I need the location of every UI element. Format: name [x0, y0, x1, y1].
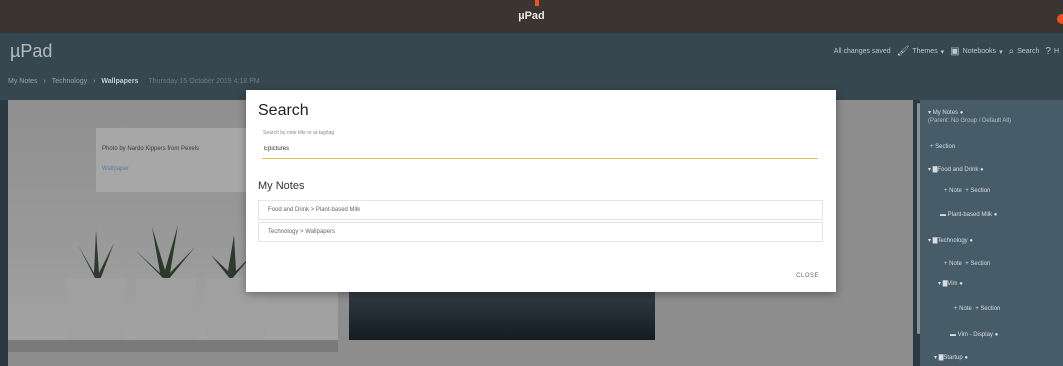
search-icon: ⌕	[1008, 46, 1015, 57]
themes-label: Themes	[912, 48, 938, 55]
tree-section-startup[interactable]: ▾ ▇Startup ●	[934, 354, 968, 361]
breadcrumb-current[interactable]: Wallpapers	[101, 78, 138, 85]
mountain-wallpaper-image	[349, 290, 655, 340]
chevron-right-icon: ›	[43, 78, 46, 85]
close-button[interactable]: CLOSE	[796, 273, 819, 279]
succulent-plant-image	[135, 225, 195, 280]
add-note-button[interactable]: + Note + Section	[944, 261, 990, 267]
succulent-plant-image	[78, 230, 114, 280]
caption-card[interactable]: Photo by Nardo Kippers from Pexels Wallp…	[96, 128, 246, 192]
breadcrumb-item[interactable]: Technology	[52, 78, 87, 85]
add-section-button[interactable]: + Section	[930, 144, 955, 150]
shelf	[8, 340, 338, 352]
dialog-title: Search	[258, 102, 309, 119]
search-result-item[interactable]: Technology > Wallpapers	[258, 222, 823, 242]
note-date: Thursday 15 October 2019 4:18 PM	[148, 78, 260, 85]
add-note-button[interactable]: + Note + Section	[954, 306, 1000, 312]
search-dialog: Search Search by note title or at-tag/ta…	[246, 90, 836, 292]
dropdown-arrow-icon: ▾	[999, 48, 1003, 56]
plant-pot	[66, 278, 126, 342]
info-icon: ●	[959, 110, 964, 116]
caption-link[interactable]: Wallpaper	[102, 166, 129, 172]
header-toolbar: All changes saved 🖌 Themes ▾ ▣ Notebooks…	[834, 46, 1059, 57]
search-button[interactable]: ⌕ Search	[1009, 46, 1040, 57]
search-result-item[interactable]: Food and Drink > Plant-based Milk	[258, 200, 823, 220]
dropdown-arrow-icon: ▾	[940, 48, 945, 56]
tree-notebook[interactable]: ▾ My Notes ●	[928, 109, 963, 116]
breadcrumb: My Notes › Technology › Wallpapers Thurs…	[8, 78, 260, 85]
os-accent-marker	[535, 0, 539, 6]
add-note-button[interactable]: + Note + Section	[944, 188, 990, 194]
paint-roller-icon: 🖌	[896, 46, 910, 57]
search-label: Search	[1017, 48, 1040, 55]
tree-note-plant-milk[interactable]: ▬ Plant-based Milk ●	[940, 212, 997, 218]
search-field-label: Search by note title or at-tag/tag	[263, 130, 335, 136]
tree-section-food[interactable]: ▾ ▇Food and Drink ●	[928, 166, 984, 173]
window-control-dot[interactable]	[1057, 14, 1063, 24]
chevron-right-icon: ›	[93, 78, 96, 85]
tree-notebook-sub: (Parent: No Group / Default All)	[928, 118, 1012, 124]
note-icon: ▬	[940, 212, 946, 218]
tree-section-vim[interactable]: ▾ ▇Vim ●	[938, 280, 963, 287]
save-status: All changes saved	[833, 48, 891, 55]
book-icon: ▣	[950, 46, 960, 57]
help-button[interactable]: ? H	[1045, 46, 1059, 57]
app-title: µPad	[10, 41, 53, 61]
notebooks-menu[interactable]: ▣ Notebooks ▾	[950, 46, 1002, 57]
help-icon: ?	[1045, 46, 1051, 57]
note-icon: ▬	[950, 332, 956, 338]
breadcrumb-item[interactable]: My Notes	[8, 78, 38, 85]
tree-section-technology[interactable]: ▾ ▇Technology ●	[928, 237, 973, 244]
help-label: H	[1053, 48, 1059, 55]
os-title-bar: µPad	[0, 0, 1063, 33]
notebooks-label: Notebooks	[962, 48, 997, 55]
os-window-title: µPad	[518, 10, 545, 22]
themes-menu[interactable]: 🖌 Themes ▾	[897, 46, 945, 57]
search-input[interactable]	[262, 139, 818, 159]
plant-pot	[136, 278, 196, 342]
results-section-title: My Notes	[258, 180, 305, 192]
tree-note-vim-display[interactable]: ▬ Vim - Display ●	[950, 332, 998, 338]
notebook-sidebar: ▾ My Notes ● (Parent: No Group / Default…	[920, 100, 1063, 366]
photo-caption: Photo by Nardo Kippers from Pexels	[102, 146, 200, 152]
